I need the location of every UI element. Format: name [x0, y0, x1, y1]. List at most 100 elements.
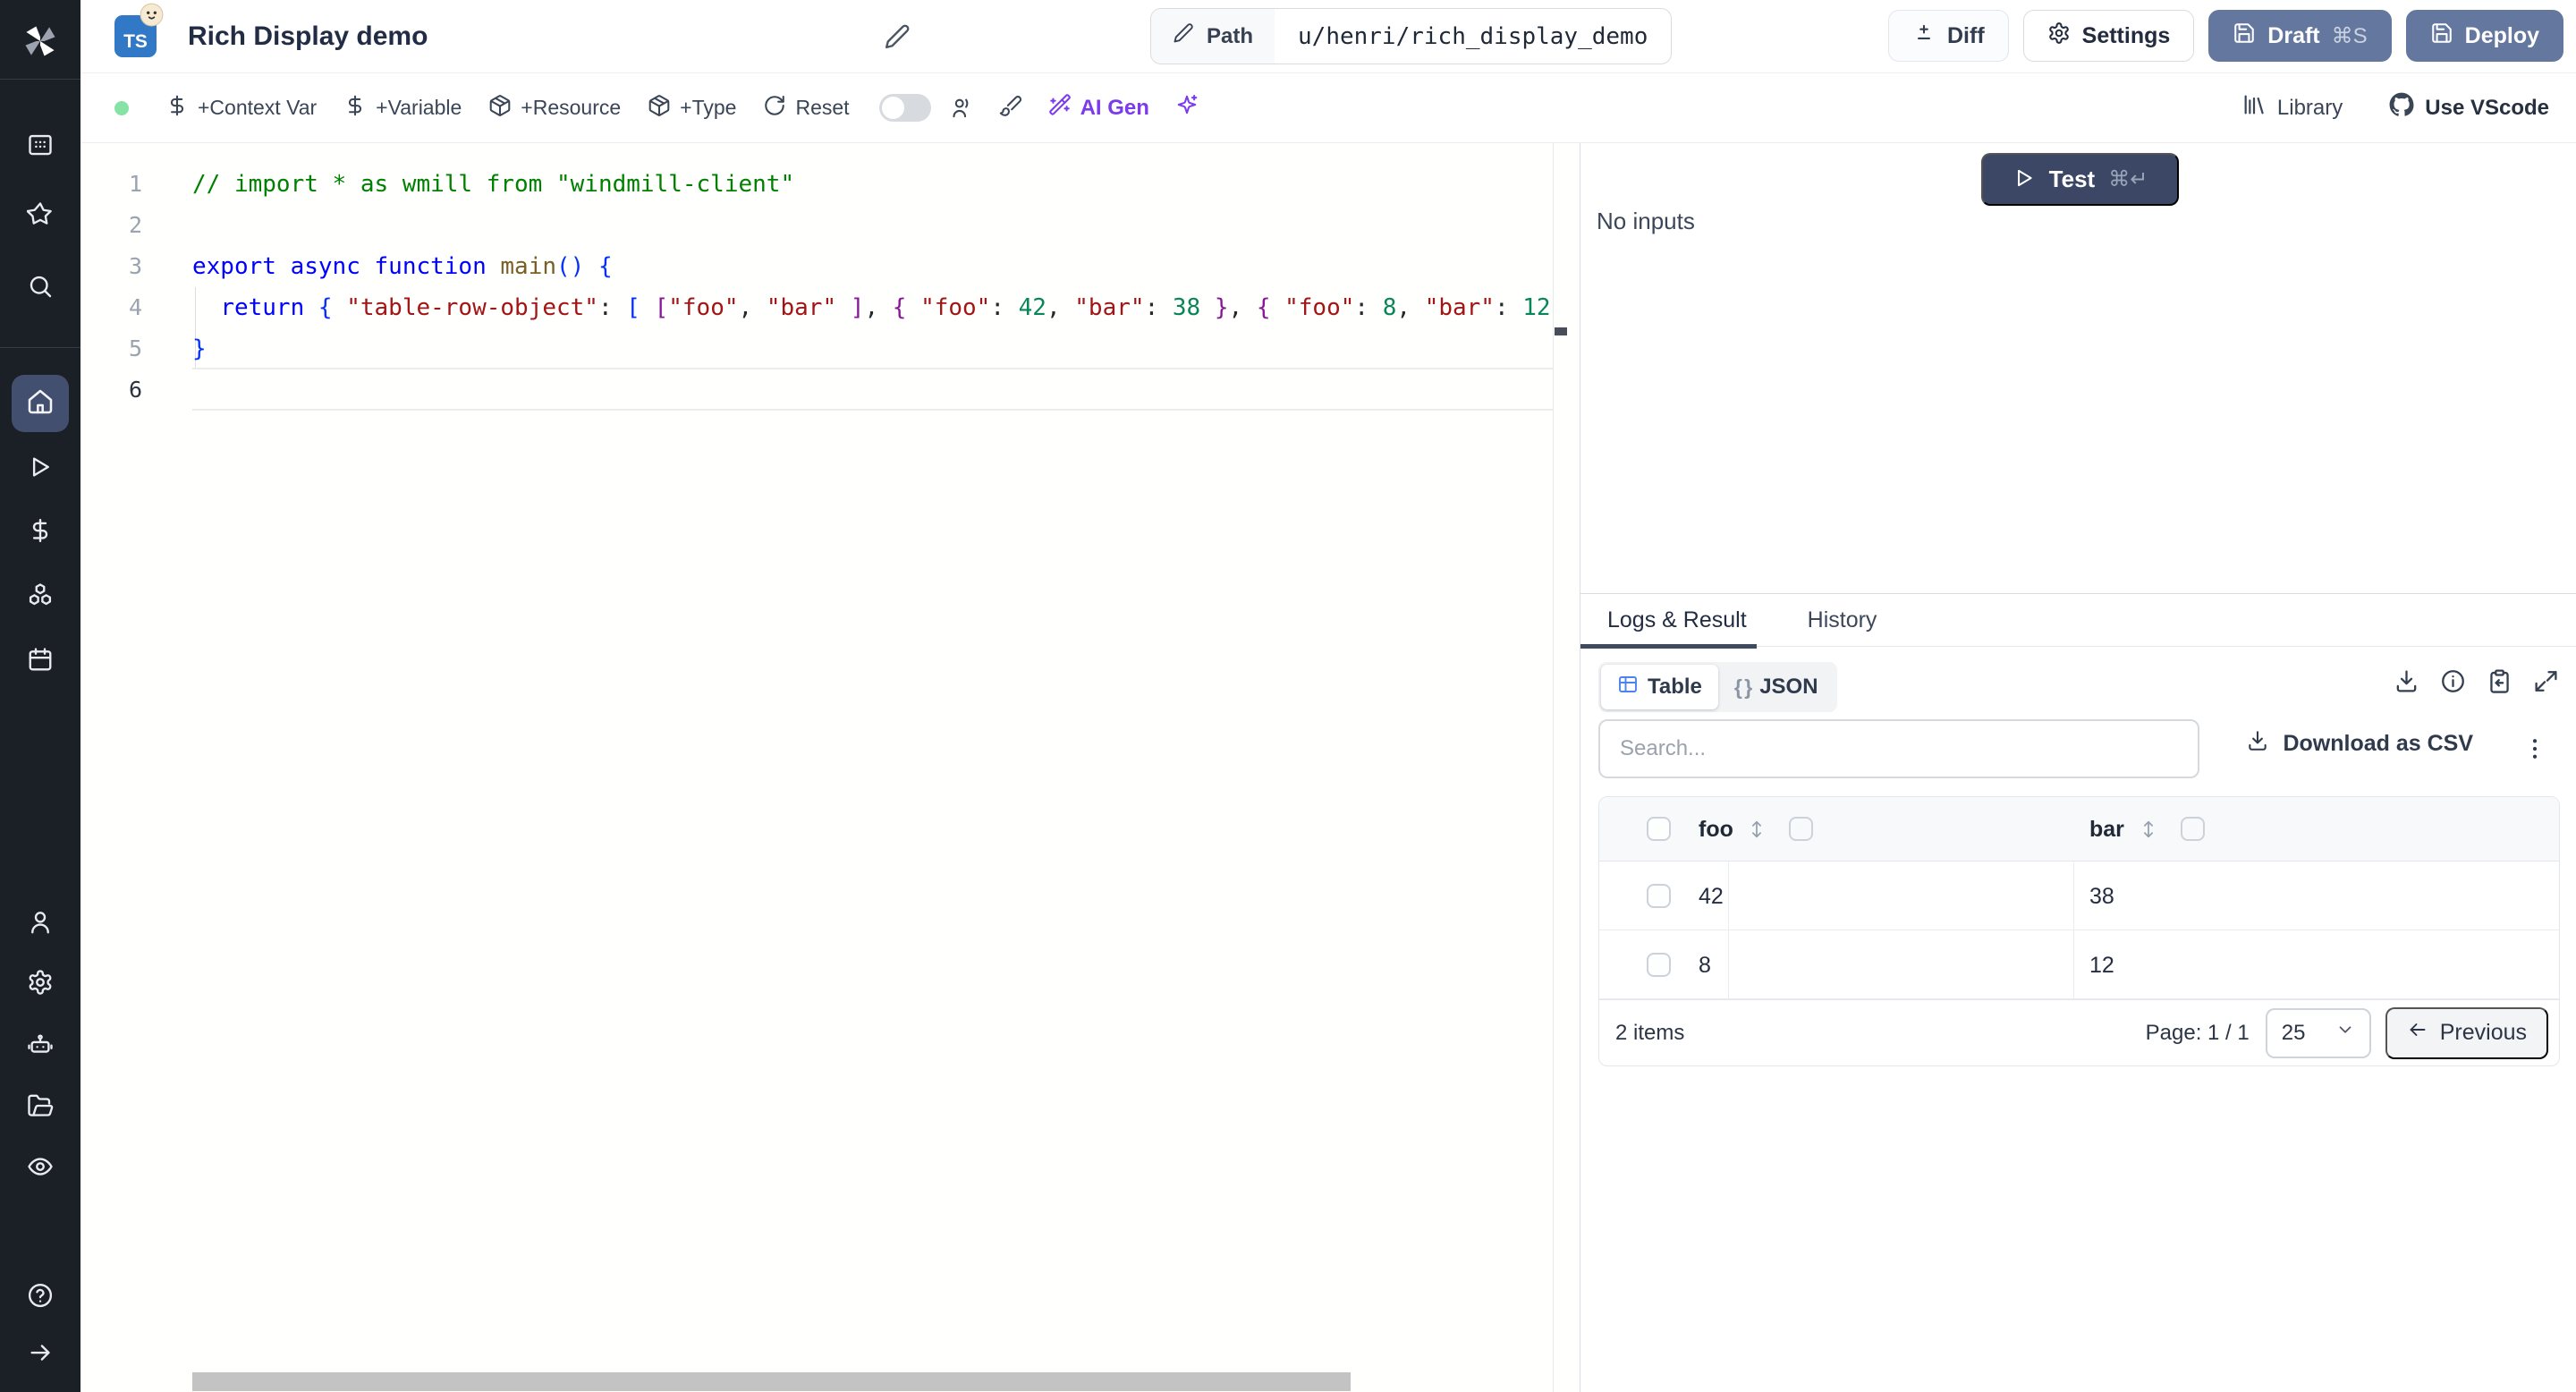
- result-tabs: Logs & Result History: [1580, 593, 2576, 647]
- table-search[interactable]: [1598, 719, 2199, 778]
- sidebar-item-settings[interactable]: [27, 969, 54, 996]
- table-footer: 2 items Page: 1 / 1 25 Previous: [1599, 999, 2559, 1065]
- copy-clipboard-icon[interactable]: [2487, 668, 2512, 699]
- expand-icon[interactable]: [2533, 668, 2559, 699]
- reset-button[interactable]: Reset: [750, 87, 862, 130]
- edit-summary-pencil-icon[interactable]: [884, 23, 911, 50]
- download-result-icon[interactable]: [2394, 668, 2419, 699]
- home-icon: [26, 387, 55, 420]
- sidebar-divider: [0, 347, 80, 348]
- view-toggle: Table { } JSON: [1598, 662, 1837, 712]
- cell-bar: 12: [2089, 953, 2114, 979]
- workspace: 123456 // import * as wmill from "windmi…: [80, 143, 2576, 1392]
- windmill-logo-icon[interactable]: [21, 21, 60, 61]
- sort-foo-icon[interactable]: [1747, 818, 1767, 841]
- view-toggle-json[interactable]: { } JSON: [1718, 665, 1835, 709]
- path-edit-button[interactable]: Path: [1151, 9, 1275, 64]
- magic-wand-icon: [1048, 93, 1072, 123]
- dollar-icon: [343, 94, 367, 123]
- sidebar-item-user[interactable]: [27, 909, 54, 936]
- download-csv-button[interactable]: Download as CSV: [2246, 729, 2473, 759]
- sidebar-item-folders[interactable]: [27, 1092, 54, 1119]
- table-row[interactable]: 42 38: [1599, 862, 2559, 930]
- chevron-down-icon: [2335, 1020, 2355, 1046]
- github-icon: [2389, 92, 2414, 123]
- info-icon[interactable]: [2440, 668, 2466, 699]
- tab-history[interactable]: History: [1808, 607, 1877, 633]
- add-type-button[interactable]: +Type: [634, 87, 750, 130]
- path-control[interactable]: Path u/henri/rich_display_demo: [1150, 8, 1672, 64]
- page-size-select[interactable]: 25: [2266, 1008, 2371, 1058]
- package-icon: [648, 94, 671, 123]
- column-bar-toggle[interactable]: [2181, 817, 2205, 841]
- add-variable-button[interactable]: +Variable: [330, 87, 475, 130]
- sidebar-item-schedules[interactable]: [27, 646, 54, 673]
- row-checkbox[interactable]: [1647, 953, 1671, 977]
- kebab-menu-icon[interactable]: [2521, 731, 2548, 767]
- table-icon: [1617, 674, 1639, 701]
- sidebar-item-help[interactable]: [27, 1282, 54, 1309]
- column-header-foo[interactable]: foo: [1699, 818, 1733, 842]
- no-inputs-text: No inputs: [1597, 208, 1695, 235]
- draft-button[interactable]: Draft ⌘S: [2208, 10, 2391, 62]
- format-code-button[interactable]: [987, 87, 1035, 130]
- sidebar-item-variables[interactable]: [27, 517, 54, 544]
- column-header-bar[interactable]: bar: [2089, 818, 2124, 842]
- add-resource-button[interactable]: +Resource: [475, 87, 634, 130]
- select-all-checkbox[interactable]: [1647, 817, 1671, 841]
- save-icon: [2233, 21, 2256, 51]
- table-row[interactable]: 8 12: [1599, 930, 2559, 999]
- sidebar-item-favorites[interactable]: [27, 200, 54, 227]
- brush-icon: [999, 94, 1022, 123]
- status-dot: [114, 101, 129, 115]
- use-vscode-button[interactable]: Use VScode: [2389, 92, 2549, 123]
- sparkles-icon: [1175, 93, 1199, 123]
- horizontal-scrollbar[interactable]: [192, 1372, 1351, 1391]
- sidebar-item-resources[interactable]: [27, 581, 54, 608]
- overview-ruler-cursor-marker: [1555, 327, 1567, 335]
- path-value: u/henri/rich_display_demo: [1275, 9, 1671, 64]
- sidebar-item-search[interactable]: [27, 273, 54, 300]
- sidebar-item-runs[interactable]: [27, 454, 54, 480]
- sidebar-item-home[interactable]: [12, 375, 69, 432]
- ai-gen-button[interactable]: AI Gen: [1035, 87, 1163, 130]
- tab-logs-result[interactable]: Logs & Result: [1607, 607, 1747, 633]
- library-icon: [2241, 92, 2267, 123]
- previous-page-button[interactable]: Previous: [2385, 1007, 2548, 1059]
- save-icon: [2430, 21, 2453, 51]
- editor-toolbar: +Context Var +Variable +Resource +Type R…: [80, 73, 2576, 143]
- view-toggle-table[interactable]: Table: [1601, 665, 1718, 709]
- sidebar-item-audit-logs[interactable]: [27, 1153, 54, 1180]
- add-context-var-button[interactable]: +Context Var: [152, 87, 330, 130]
- column-foo-toggle[interactable]: [1789, 817, 1813, 841]
- diff-icon: [1912, 21, 1936, 51]
- rotate-icon: [763, 94, 786, 123]
- sort-bar-icon[interactable]: [2139, 818, 2158, 841]
- pencil-icon: [1173, 22, 1194, 50]
- sidebar-item-apps[interactable]: [27, 132, 54, 158]
- code-editor[interactable]: 123456 // import * as wmill from "windmi…: [80, 143, 1580, 1392]
- test-button[interactable]: Test ⌘↵: [1981, 153, 2179, 206]
- gear-icon: [2047, 21, 2071, 51]
- ai-sparkles-button[interactable]: [1163, 87, 1211, 130]
- multiplayer-toggle[interactable]: [879, 94, 931, 122]
- multiplayer-users-icon: [938, 87, 987, 130]
- braces-icon: { }: [1734, 675, 1750, 700]
- page-title: Rich Display demo: [188, 0, 428, 73]
- draft-shortcut: ⌘S: [2332, 23, 2368, 49]
- code-lines[interactable]: // import * as wmill from "windmill-clie…: [192, 164, 1553, 411]
- deploy-button[interactable]: Deploy: [2406, 10, 2563, 62]
- search-input[interactable]: [1600, 736, 2198, 761]
- result-pane: Table { } JSON: [1580, 647, 2576, 1392]
- sidebar-expand-arrow-icon[interactable]: [27, 1339, 54, 1366]
- package-icon: [488, 94, 512, 123]
- sidebar-item-workers[interactable]: [27, 1031, 54, 1058]
- sidebar-divider: [0, 79, 80, 80]
- dollar-icon: [165, 94, 189, 123]
- diff-button[interactable]: Diff: [1888, 10, 2009, 62]
- row-checkbox[interactable]: [1647, 884, 1671, 908]
- library-button[interactable]: Library: [2241, 92, 2343, 123]
- settings-button[interactable]: Settings: [2023, 10, 2195, 62]
- result-table: foo bar 42 38: [1598, 796, 2560, 1066]
- arrow-left-icon: [2407, 1019, 2428, 1047]
